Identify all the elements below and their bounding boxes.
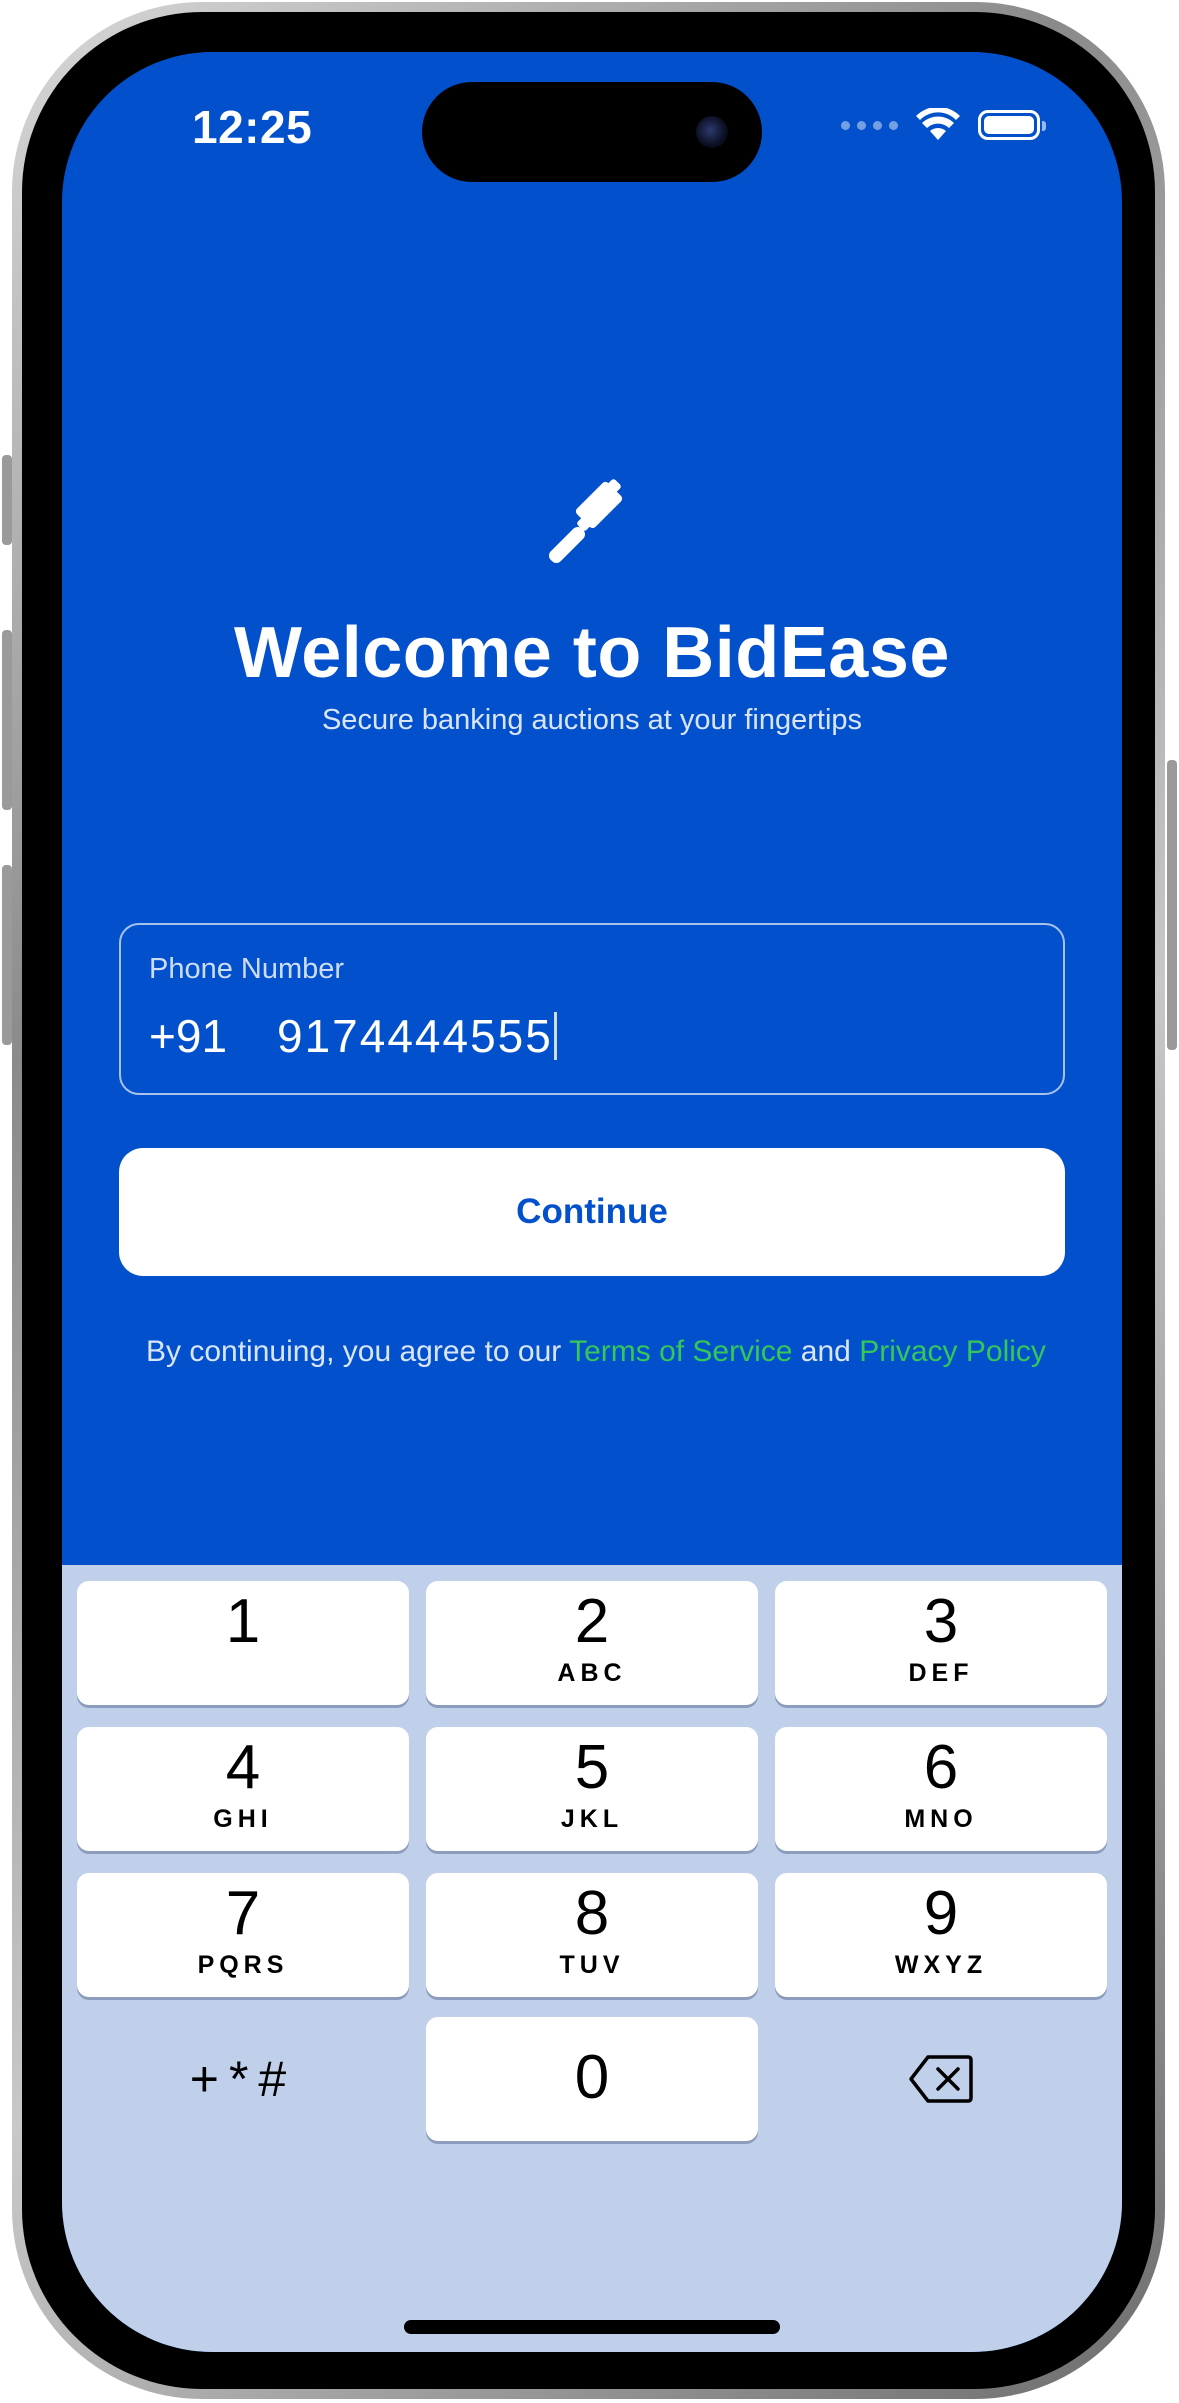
status-icons xyxy=(841,108,1046,142)
action-button xyxy=(2,455,12,545)
key-4[interactable]: 4 GHI xyxy=(77,1727,409,1851)
key-digit: 5 xyxy=(574,1733,610,1802)
key-2[interactable]: 2 ABC xyxy=(426,1581,758,1705)
privacy-policy-link[interactable]: Privacy Policy xyxy=(859,1335,1046,1368)
phone-number-input[interactable]: 9174444555 xyxy=(277,1009,557,1063)
key-3[interactable]: 3 DEF xyxy=(775,1581,1107,1705)
key-digit: 2 xyxy=(574,1587,610,1656)
status-time: 12:25 xyxy=(192,101,313,153)
camera-icon xyxy=(696,116,728,148)
battery-icon xyxy=(978,110,1046,140)
key-7[interactable]: 7 PQRS xyxy=(77,1873,409,1997)
continue-button[interactable]: Continue xyxy=(119,1148,1065,1276)
key-9[interactable]: 9 WXYZ xyxy=(775,1873,1107,1997)
device-frame: 12:25 Welcome to BidEase Secure banking … xyxy=(0,0,1179,2403)
gavel-icon xyxy=(548,479,623,564)
phone-number-label: Phone Number xyxy=(149,953,345,985)
phone-number-value: 9174444555 xyxy=(277,1010,553,1062)
backspace-icon xyxy=(909,2055,973,2103)
volume-up-button xyxy=(2,630,12,810)
terms-of-service-link[interactable]: Terms of Service xyxy=(569,1335,792,1368)
key-delete[interactable] xyxy=(775,2017,1107,2141)
key-digit: 1 xyxy=(225,1587,261,1656)
key-letters: JKL xyxy=(560,1805,624,1833)
key-letters: TUV xyxy=(559,1951,625,1979)
key-8[interactable]: 8 TUV xyxy=(426,1873,758,1997)
key-digit: 0 xyxy=(574,2043,610,2112)
legal-prefix: By continuing, you agree to our xyxy=(146,1335,570,1368)
key-letters: PQRS xyxy=(197,1951,289,1979)
key-digit: 3 xyxy=(923,1587,959,1656)
key-1[interactable]: 1 xyxy=(77,1581,409,1705)
key-symbols[interactable]: +*# xyxy=(77,2017,409,2141)
key-5[interactable]: 5 JKL xyxy=(426,1727,758,1851)
text-caret xyxy=(553,1012,557,1060)
numeric-keypad: 1 2 ABC 3 DEF 4 GHI 5 JKL 6 MNO 7 PQRS 8… xyxy=(62,1565,1122,2352)
key-digit: 8 xyxy=(574,1879,610,1948)
symbols-label: +*# xyxy=(189,2051,297,2107)
key-digit: 9 xyxy=(923,1879,959,1948)
key-letters: MNO xyxy=(904,1805,978,1833)
legal-and: and xyxy=(792,1335,860,1368)
key-letters: GHI xyxy=(213,1805,273,1833)
key-letters: ABC xyxy=(557,1659,627,1687)
legal-text: By continuing, you agree to our Terms of… xyxy=(146,1334,1046,1370)
key-digit: 7 xyxy=(225,1879,261,1948)
key-digit: 6 xyxy=(923,1733,959,1802)
key-digit: 4 xyxy=(225,1733,261,1802)
key-letters: WXYZ xyxy=(894,1951,988,1979)
welcome-subtitle: Secure banking auctions at your fingerti… xyxy=(321,704,863,736)
phone-number-field[interactable]: Phone Number +91 9174444555 xyxy=(119,923,1065,1095)
key-0[interactable]: 0 xyxy=(426,2017,758,2141)
volume-down-button xyxy=(2,865,12,1045)
cellular-signal-icon xyxy=(841,120,898,130)
screen: 12:25 Welcome to BidEase Secure banking … xyxy=(62,52,1122,2352)
key-letters: DEF xyxy=(908,1659,974,1687)
wifi-icon xyxy=(916,108,960,140)
power-button xyxy=(1167,760,1177,1050)
home-indicator[interactable] xyxy=(404,2320,780,2334)
dynamic-island xyxy=(422,82,762,182)
country-code[interactable]: +91 xyxy=(149,1009,227,1063)
welcome-title: Welcome to BidEase xyxy=(234,613,950,693)
key-6[interactable]: 6 MNO xyxy=(775,1727,1107,1851)
